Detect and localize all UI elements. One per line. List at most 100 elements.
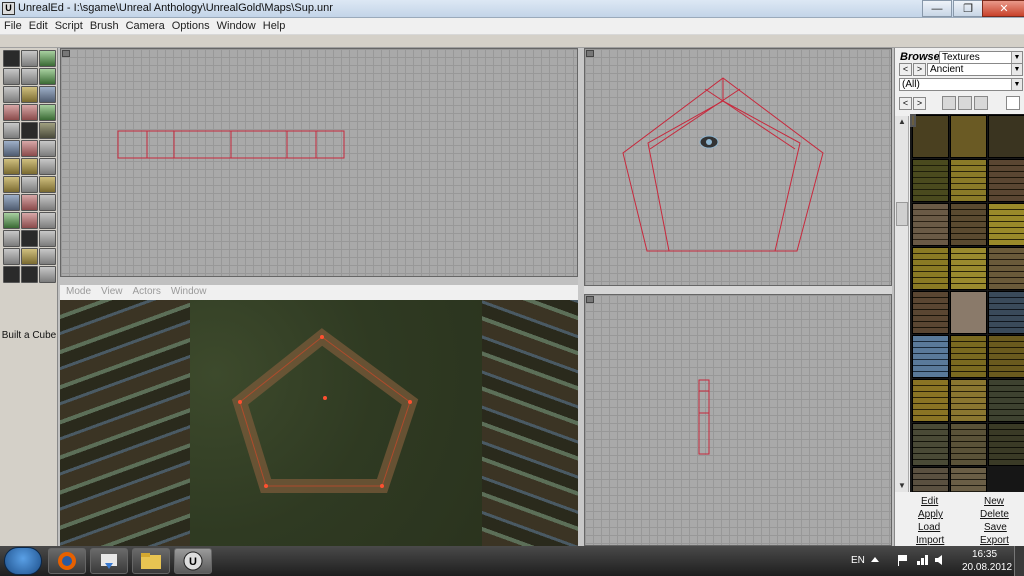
menu-edit[interactable]: Edit [25, 18, 51, 32]
camera-move-tool-icon[interactable] [3, 50, 20, 67]
vertex-edit-tool-icon[interactable] [39, 50, 56, 67]
terrain-tool-icon[interactable] [3, 122, 20, 139]
maximize-button[interactable]: ❐ [953, 0, 983, 17]
chevron-up-icon[interactable] [870, 554, 880, 566]
viewport-top[interactable] [60, 48, 578, 277]
new-button[interactable]: New [984, 496, 1004, 507]
texture-tile[interactable] [912, 203, 949, 246]
viewport-menu-view[interactable]: View [95, 285, 127, 297]
texture-tile[interactable] [912, 467, 949, 492]
texture-tile[interactable] [988, 203, 1024, 246]
volume-icon[interactable] [934, 554, 946, 566]
texture-tile[interactable] [950, 467, 987, 492]
intersect-brush-icon[interactable] [3, 212, 20, 229]
selection-mode-icon[interactable] [21, 140, 38, 157]
view-medium-icon[interactable] [958, 96, 972, 110]
history-forward-button[interactable]: > [913, 97, 926, 110]
plane-builder-icon[interactable] [3, 176, 20, 193]
flag-icon[interactable] [896, 554, 908, 566]
viewport-splitter[interactable] [584, 286, 892, 294]
cube-builder-icon[interactable] [39, 140, 56, 157]
texture-tile[interactable] [912, 247, 949, 290]
subtract-brush-icon[interactable] [21, 194, 38, 211]
nav-next-button[interactable]: > [913, 63, 926, 76]
texture-tile[interactable] [988, 291, 1024, 334]
texture-tile[interactable] [988, 335, 1024, 378]
hide-selected-icon[interactable] [21, 266, 38, 283]
view-large-icon[interactable] [942, 96, 956, 110]
texture-tile[interactable] [950, 423, 987, 466]
texture-tile[interactable] [912, 423, 949, 466]
history-back-button[interactable]: < [899, 97, 912, 110]
language-indicator[interactable]: EN [851, 555, 865, 566]
menu-help[interactable]: Help [259, 18, 289, 32]
save-button[interactable]: Save [984, 522, 1007, 533]
apply-button[interactable]: Apply [918, 509, 943, 520]
texture-tile[interactable] [988, 159, 1024, 202]
menu-camera[interactable]: Camera [122, 18, 168, 32]
sheet-builder-icon[interactable] [39, 176, 56, 193]
viewport-front[interactable] [584, 294, 892, 546]
spiral-stair-icon[interactable] [39, 230, 56, 247]
export-button[interactable]: Export [980, 535, 1009, 546]
texture-tile[interactable] [988, 379, 1024, 422]
start-orb-icon[interactable] [4, 547, 42, 575]
rotate-brush-icon[interactable] [21, 158, 38, 175]
curved-stair-icon[interactable] [3, 248, 20, 265]
staircase-builder-icon[interactable] [21, 176, 38, 193]
texture-tile[interactable] [988, 115, 1024, 158]
shear-tool-icon[interactable] [3, 86, 20, 103]
select-tool-icon[interactable] [39, 122, 56, 139]
menu-brush[interactable]: Brush [86, 18, 122, 32]
edit-button[interactable]: Edit [921, 496, 938, 507]
import-button[interactable]: Import [916, 535, 944, 546]
close-button[interactable]: ✕ [982, 0, 1024, 17]
texture-tile[interactable] [988, 423, 1024, 466]
clock-date[interactable]: 20.08.2012 [962, 562, 1012, 573]
network-icon[interactable] [916, 554, 928, 566]
load-button[interactable]: Load [918, 522, 940, 533]
face-drag-tool-icon[interactable] [39, 86, 56, 103]
texture-rotate-tool-icon[interactable] [21, 104, 38, 121]
viewport-side[interactable] [584, 48, 892, 286]
downloads-icon[interactable] [90, 548, 128, 574]
linear-stair-icon[interactable] [21, 248, 38, 265]
show-desktop-button[interactable] [1014, 546, 1024, 576]
scroll-thumb[interactable] [896, 202, 908, 226]
add-actor-icon[interactable] [3, 140, 20, 157]
show-selected-icon[interactable] [3, 266, 20, 283]
unreal-taskbar-icon[interactable]: U [174, 548, 212, 574]
nav-prev-button[interactable]: < [899, 63, 912, 76]
scroll-up-icon[interactable]: ▲ [895, 116, 909, 128]
texture-tile[interactable] [950, 291, 987, 334]
special-brush-icon[interactable] [21, 230, 38, 247]
texture-tile[interactable] [950, 159, 987, 202]
options-icon[interactable] [1006, 96, 1020, 110]
zoom-icon[interactable] [39, 266, 56, 283]
snap-scale-tool-icon[interactable] [39, 68, 56, 85]
stretch-tool-icon[interactable] [21, 68, 38, 85]
texture-tile[interactable] [950, 115, 987, 158]
menu-script[interactable]: Script [51, 18, 86, 32]
texture-tile[interactable] [950, 203, 987, 246]
texture-tile[interactable] [912, 115, 949, 158]
texture-tile[interactable] [912, 159, 949, 202]
delete-button[interactable]: Delete [980, 509, 1009, 520]
viewport-perspective[interactable] [60, 300, 578, 546]
texture-tile[interactable] [950, 379, 987, 422]
add-mover-icon[interactable] [3, 230, 20, 247]
viewport-menu-actors[interactable]: Actors [127, 285, 165, 297]
scale-tool-icon[interactable] [3, 68, 20, 85]
move-brush-icon[interactable] [3, 158, 20, 175]
cylinder-builder-icon[interactable] [39, 212, 56, 229]
scroll-down-icon[interactable]: ▼ [895, 480, 909, 492]
menu-file[interactable]: File [0, 18, 25, 32]
texture-scrollbar[interactable]: ▲ ▼ [895, 116, 909, 492]
folder-icon[interactable] [132, 548, 170, 574]
texture-tile[interactable] [912, 291, 949, 334]
rotate-tool-icon[interactable] [21, 50, 38, 67]
menu-window[interactable]: Window [213, 18, 259, 32]
volumetric-icon[interactable] [39, 248, 56, 265]
texture-pan-tool-icon[interactable] [3, 104, 20, 121]
brush-clip-tool-icon[interactable] [21, 86, 38, 103]
